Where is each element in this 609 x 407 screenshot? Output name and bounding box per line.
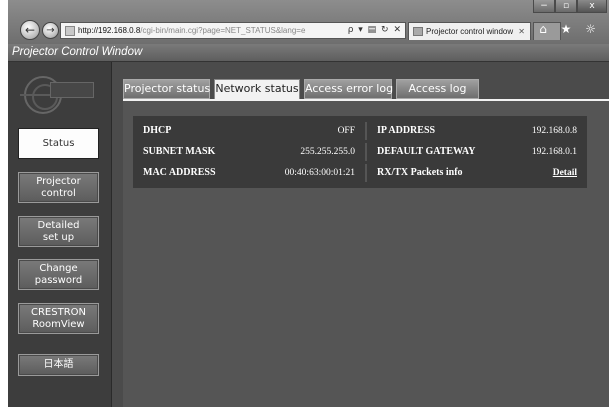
tab-network-status[interactable]: Network status [214, 79, 300, 101]
toolbar-icons[interactable]: ⌂ ★ ☼ [539, 22, 601, 36]
address-tools-icon[interactable]: ρ ▾ ▤ ↻ ✕ [347, 25, 402, 35]
page-body: Status Projector control Detailed set up… [8, 62, 609, 407]
ip-address-label: IP ADDRESS [377, 125, 436, 136]
sidebar: Status Projector control Detailed set up… [8, 62, 112, 407]
sidebar-item-detailed-setup[interactable]: Detailed set up [18, 216, 99, 247]
address-host: http://192.168.0.8 [78, 26, 141, 35]
status-tabs: Projector status Network status Access e… [123, 79, 483, 101]
tab-access-error-log[interactable]: Access error log [304, 79, 393, 99]
sidebar-item-crestron-roomview[interactable]: CRESTRON RoomView [18, 303, 99, 334]
address-bar[interactable]: http://192.168.0.8/cgi-bin/main.cgi?page… [60, 22, 406, 39]
network-status-content: DHCP OFF IP ADDRESS 192.168.0.8 SUBNET M… [123, 99, 609, 407]
back-button[interactable]: ← [20, 20, 40, 40]
subnet-mask-label: SUBNET MASK [143, 146, 216, 157]
packets-detail-link[interactable]: Detail [553, 168, 577, 178]
subnet-mask-value: 255.255.255.0 [300, 147, 355, 157]
packets-info-label: RX/TX Packets info [377, 167, 463, 178]
forward-arrow-icon: → [46, 25, 55, 36]
maximize-button[interactable]: ▫ [555, 0, 577, 13]
table-row: SUBNET MASK 255.255.255.0 DEFAULT GATEWA… [133, 143, 587, 161]
mac-address-value: 00:40:63:00:01:21 [284, 168, 355, 178]
page-title: Projector Control Window [12, 46, 143, 58]
ip-address-value: 192.168.0.8 [531, 126, 577, 136]
app-title-bar: Projector Control Window [8, 44, 609, 62]
sidebar-item-japanese[interactable]: 日本語 [18, 354, 99, 376]
network-status-panel: DHCP OFF IP ADDRESS 192.168.0.8 SUBNET M… [133, 116, 587, 188]
logo-panel [50, 82, 94, 98]
dhcp-value: OFF [337, 126, 355, 136]
table-row: MAC ADDRESS 00:40:63:00:01:21 RX/TX Pack… [133, 164, 587, 182]
tab-close-icon[interactable]: ✕ [518, 27, 525, 36]
tab-title: Projector control window [426, 27, 514, 36]
tab-favicon-icon [413, 27, 423, 36]
address-path: /cgi-bin/main.cgi?page=NET_STATUS&lang=e [140, 26, 306, 35]
minimize-button[interactable]: − [533, 0, 555, 13]
sidebar-item-projector-control[interactable]: Projector control [18, 172, 99, 203]
page-icon [65, 25, 75, 36]
mac-address-label: MAC ADDRESS [143, 167, 216, 178]
browser-chrome: − ▫ x ← → http://192.168.0.8/cgi-bin/mai… [8, 0, 609, 44]
default-gateway-value: 192.168.0.1 [531, 147, 577, 157]
back-arrow-icon: ← [24, 23, 36, 37]
forward-button[interactable]: → [42, 22, 59, 39]
table-row: DHCP OFF IP ADDRESS 192.168.0.8 [133, 122, 587, 140]
sidebar-item-change-password[interactable]: Change password [18, 259, 99, 290]
tab-access-log[interactable]: Access log [396, 79, 479, 99]
default-gateway-label: DEFAULT GATEWAY [377, 146, 476, 157]
window-controls: − ▫ x [533, 0, 607, 13]
dhcp-label: DHCP [143, 125, 172, 136]
browser-tab[interactable]: Projector control window ✕ [408, 22, 531, 40]
sidebar-item-status[interactable]: Status [18, 128, 99, 159]
tab-projector-status[interactable]: Projector status [123, 79, 210, 99]
close-window-button[interactable]: x [577, 0, 607, 13]
